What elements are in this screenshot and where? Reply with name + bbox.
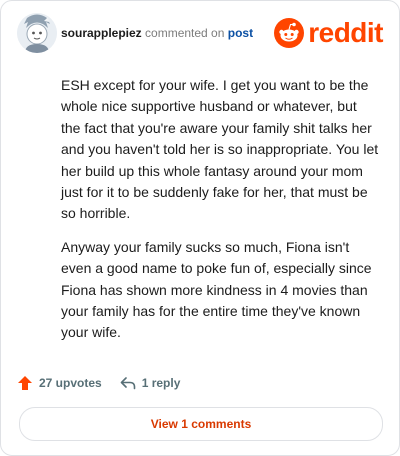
reddit-logo[interactable]: reddit	[274, 15, 383, 51]
reply-arrow-icon	[120, 377, 136, 390]
avatar[interactable]	[17, 13, 57, 53]
reply-count: 1 reply	[141, 376, 181, 390]
comment-header: sourapplepiez commented on post reddit	[17, 13, 383, 53]
username[interactable]: sourapplepiez	[61, 26, 142, 40]
reddit-snoo-icon	[274, 18, 305, 48]
upvote-arrow-icon	[18, 376, 32, 390]
action-text: commented on	[145, 26, 225, 40]
comment-actions: 27 upvotes 1 reply	[17, 373, 180, 393]
reply-button[interactable]: 1 reply	[120, 375, 181, 391]
comment-body: ESH except for your wife. I get you want…	[61, 75, 379, 356]
upvote-button[interactable]: 27 upvotes	[17, 375, 102, 391]
reddit-wordmark: reddit	[308, 17, 383, 48]
upvote-count: 27 upvotes	[39, 376, 102, 390]
comment-card: sourapplepiez commented on post reddit E…	[0, 0, 400, 456]
view-comments-button[interactable]: View 1 comments	[19, 407, 383, 441]
comment-paragraph: Anyway your family sucks so much, Fiona …	[61, 238, 372, 341]
comment-paragraph: ESH except for your wife. I get you want…	[61, 77, 379, 222]
post-link[interactable]: post	[228, 26, 253, 40]
comment-meta: sourapplepiez commented on post	[61, 26, 253, 40]
